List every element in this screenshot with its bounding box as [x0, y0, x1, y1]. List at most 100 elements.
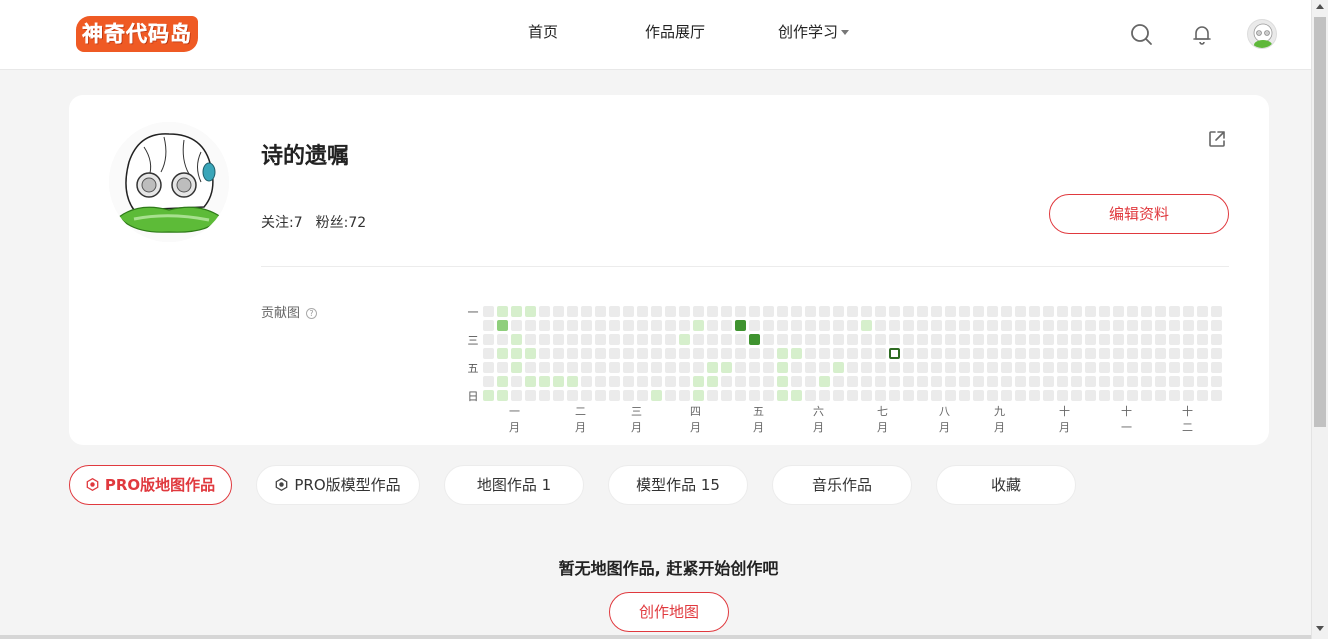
- heatmap-cell[interactable]: [973, 348, 984, 359]
- heatmap-cell[interactable]: [1043, 390, 1054, 401]
- heatmap-cell[interactable]: [665, 362, 676, 373]
- heatmap-cell[interactable]: [1071, 334, 1082, 345]
- heatmap-cell[interactable]: [1183, 376, 1194, 387]
- heatmap-cell[interactable]: [595, 362, 606, 373]
- heatmap-cell[interactable]: [1043, 348, 1054, 359]
- heatmap-cell[interactable]: [1155, 376, 1166, 387]
- heatmap-cell[interactable]: [497, 320, 508, 331]
- heatmap-cell[interactable]: [1057, 348, 1068, 359]
- heatmap-cell[interactable]: [875, 334, 886, 345]
- heatmap-cell[interactable]: [917, 334, 928, 345]
- heatmap-cell[interactable]: [735, 376, 746, 387]
- heatmap-cell[interactable]: [861, 348, 872, 359]
- heatmap-cell[interactable]: [1155, 334, 1166, 345]
- heatmap-cell[interactable]: [497, 334, 508, 345]
- heatmap-cell[interactable]: [1127, 390, 1138, 401]
- heatmap-cell[interactable]: [1211, 390, 1222, 401]
- heatmap-cell[interactable]: [931, 362, 942, 373]
- heatmap-cell[interactable]: [749, 390, 760, 401]
- heatmap-cell[interactable]: [581, 348, 592, 359]
- heatmap-cell[interactable]: [1001, 362, 1012, 373]
- heatmap-cell[interactable]: [833, 306, 844, 317]
- heatmap-cell[interactable]: [917, 306, 928, 317]
- heatmap-cell[interactable]: [1029, 376, 1040, 387]
- heatmap-cell[interactable]: [679, 320, 690, 331]
- heatmap-cell[interactable]: [931, 320, 942, 331]
- heatmap-cell[interactable]: [1015, 362, 1026, 373]
- heatmap-cell[interactable]: [1127, 334, 1138, 345]
- heatmap-cell[interactable]: [1029, 334, 1040, 345]
- heatmap-cell[interactable]: [833, 376, 844, 387]
- heatmap-cell[interactable]: [581, 390, 592, 401]
- heatmap-cell[interactable]: [1043, 320, 1054, 331]
- heatmap-cell[interactable]: [693, 348, 704, 359]
- heatmap-cell[interactable]: [903, 348, 914, 359]
- heatmap-cell[interactable]: [637, 376, 648, 387]
- tab-pro-model-works[interactable]: PRO版模型作品: [256, 465, 420, 505]
- heatmap-cell[interactable]: [1071, 306, 1082, 317]
- heatmap-cell[interactable]: [665, 376, 676, 387]
- heatmap-cell[interactable]: [917, 348, 928, 359]
- heatmap-cell[interactable]: [861, 320, 872, 331]
- heatmap-cell[interactable]: [945, 334, 956, 345]
- heatmap-cell[interactable]: [889, 334, 900, 345]
- scrollbar[interactable]: [1311, 0, 1328, 639]
- heatmap-cell[interactable]: [833, 362, 844, 373]
- heatmap-cell[interactable]: [945, 376, 956, 387]
- heatmap-cell[interactable]: [889, 362, 900, 373]
- heatmap-cell[interactable]: [777, 320, 788, 331]
- heatmap-cell[interactable]: [623, 306, 634, 317]
- heatmap-cell[interactable]: [861, 362, 872, 373]
- heatmap-cell[interactable]: [1029, 348, 1040, 359]
- heatmap-cell[interactable]: [1169, 320, 1180, 331]
- heatmap-cell[interactable]: [1197, 306, 1208, 317]
- heatmap-cell[interactable]: [1169, 362, 1180, 373]
- heatmap-cell[interactable]: [973, 362, 984, 373]
- heatmap-cell[interactable]: [903, 320, 914, 331]
- heatmap-cell[interactable]: [651, 376, 662, 387]
- heatmap-cell[interactable]: [1085, 376, 1096, 387]
- heatmap-cell[interactable]: [693, 376, 704, 387]
- heatmap-cell[interactable]: [497, 306, 508, 317]
- heatmap-cell[interactable]: [959, 390, 970, 401]
- heatmap-cell[interactable]: [1001, 334, 1012, 345]
- heatmap-cell[interactable]: [1099, 362, 1110, 373]
- heatmap-cell[interactable]: [483, 376, 494, 387]
- heatmap-cell[interactable]: [1113, 348, 1124, 359]
- heatmap-cell-today[interactable]: [889, 348, 900, 359]
- heatmap-cell[interactable]: [1099, 348, 1110, 359]
- heatmap-cell[interactable]: [651, 348, 662, 359]
- heatmap-cell[interactable]: [1141, 362, 1152, 373]
- heatmap-cell[interactable]: [1127, 306, 1138, 317]
- heatmap-cell[interactable]: [1029, 390, 1040, 401]
- heatmap-cell[interactable]: [777, 390, 788, 401]
- heatmap-cell[interactable]: [1113, 362, 1124, 373]
- heatmap-cell[interactable]: [623, 320, 634, 331]
- heatmap-cell[interactable]: [539, 334, 550, 345]
- heatmap-cell[interactable]: [805, 334, 816, 345]
- heatmap-cell[interactable]: [1029, 306, 1040, 317]
- help-icon[interactable]: ?: [306, 308, 318, 319]
- heatmap-cell[interactable]: [1015, 376, 1026, 387]
- heatmap-cell[interactable]: [1015, 334, 1026, 345]
- heatmap-cell[interactable]: [903, 376, 914, 387]
- heatmap-cell[interactable]: [1099, 320, 1110, 331]
- heatmap-cell[interactable]: [1099, 334, 1110, 345]
- tab-map-works[interactable]: 地图作品 1: [444, 465, 584, 505]
- heatmap-cell[interactable]: [567, 306, 578, 317]
- heatmap-cell[interactable]: [665, 390, 676, 401]
- heatmap-cell[interactable]: [1057, 306, 1068, 317]
- heatmap-cell[interactable]: [651, 362, 662, 373]
- heatmap-cell[interactable]: [581, 376, 592, 387]
- heatmap-cell[interactable]: [1127, 376, 1138, 387]
- heatmap-cell[interactable]: [623, 376, 634, 387]
- heatmap-cell[interactable]: [1197, 334, 1208, 345]
- heatmap-cell[interactable]: [665, 348, 676, 359]
- heatmap-cell[interactable]: [581, 306, 592, 317]
- heatmap-cell[interactable]: [903, 306, 914, 317]
- heatmap-cell[interactable]: [749, 306, 760, 317]
- heatmap-cell[interactable]: [1099, 376, 1110, 387]
- heatmap-cell[interactable]: [973, 390, 984, 401]
- heatmap-cell[interactable]: [917, 320, 928, 331]
- heatmap-cell[interactable]: [1085, 320, 1096, 331]
